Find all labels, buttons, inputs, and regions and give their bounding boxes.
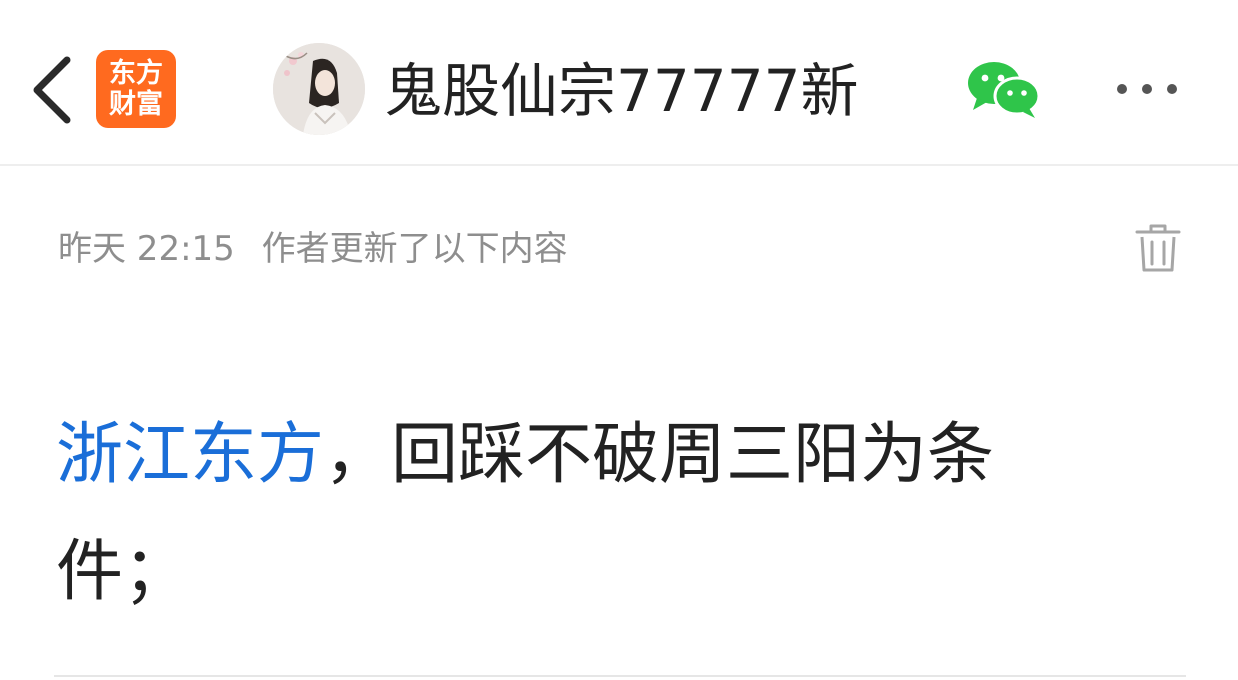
logo-text-line2: 财富 bbox=[109, 89, 163, 120]
post-body: 浙江东方，回踩不破周三阳为条件； bbox=[56, 396, 1126, 630]
wechat-share-button[interactable] bbox=[965, 58, 1043, 120]
delete-button[interactable] bbox=[1133, 222, 1183, 274]
avatar-image bbox=[273, 43, 365, 135]
logo-text-line1: 东方 bbox=[109, 58, 163, 89]
stock-link[interactable]: 浙江东方 bbox=[56, 415, 324, 493]
post-meta: 昨天 22:15 作者更新了以下内容 bbox=[58, 228, 568, 270]
more-options-button[interactable] bbox=[1110, 70, 1184, 108]
update-note: 作者更新了以下内容 bbox=[261, 229, 568, 269]
trash-icon bbox=[1135, 224, 1181, 272]
post-timestamp: 昨天 22:15 bbox=[58, 229, 235, 269]
more-icon bbox=[1117, 84, 1177, 94]
author-avatar[interactable] bbox=[273, 43, 365, 135]
divider bbox=[54, 675, 1186, 677]
chevron-left-icon bbox=[33, 56, 71, 124]
author-name[interactable]: 鬼股仙宗77777新 bbox=[384, 56, 859, 126]
back-button[interactable] bbox=[22, 48, 82, 132]
wechat-icon bbox=[968, 62, 1041, 118]
top-nav-bar: 东方 财富 鬼股仙宗77777新 bbox=[0, 0, 1238, 166]
app-logo[interactable]: 东方 财富 bbox=[96, 50, 176, 128]
